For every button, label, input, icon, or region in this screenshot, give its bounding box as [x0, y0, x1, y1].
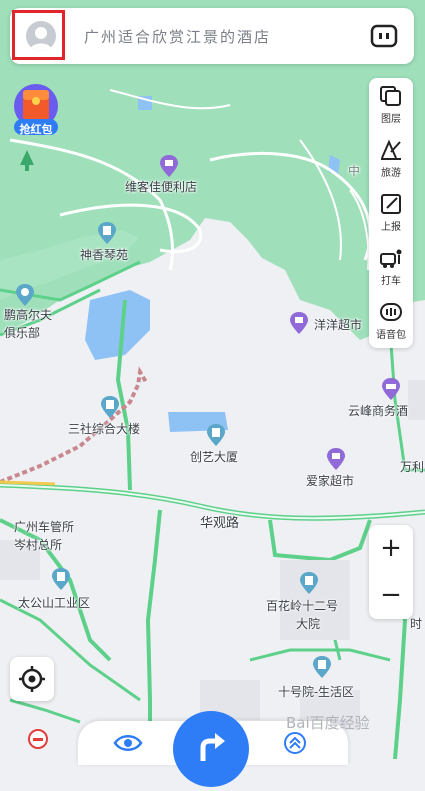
red-packet-button[interactable]: 抢红包 — [10, 82, 62, 138]
taxi-icon — [380, 249, 402, 268]
road-label-huaguan: 华观路 — [200, 516, 240, 531]
scan-icon[interactable] — [370, 24, 398, 48]
map-canvas[interactable] — [0, 0, 425, 759]
navigate-button[interactable] — [173, 711, 249, 787]
label-zhong: 中 — [348, 164, 361, 178]
route-arrow-icon — [200, 733, 225, 761]
label-chegong1: 广州车管所 — [14, 520, 75, 534]
label-baihua1: 百花岭十二号 — [266, 599, 339, 613]
label-wanfang: 万利 — [400, 460, 425, 474]
building-pin-icon — [98, 222, 116, 244]
double-chevron-up-icon[interactable] — [283, 731, 307, 755]
voice-pack-icon — [380, 303, 402, 321]
label-yangyang: 洋洋超市 — [314, 318, 363, 332]
report-icon — [381, 194, 401, 214]
travel-button[interactable]: 旅游 — [369, 132, 413, 186]
label-weike: 维客佳便利店 — [125, 180, 198, 194]
zoom-in-button[interactable]: + — [369, 525, 413, 572]
search-input[interactable]: 广州适合欣赏江景的酒店 — [84, 26, 271, 47]
layers-icon — [380, 86, 401, 106]
layers-button[interactable]: 图层 — [369, 78, 413, 132]
label-shihaoyuan: 十号院-生活区 — [278, 685, 355, 699]
building-pin-icon — [207, 424, 225, 446]
eye-icon[interactable] — [113, 733, 143, 753]
voice-pack-button[interactable]: 语音包 — [369, 294, 413, 348]
building-pin-icon — [300, 572, 318, 594]
store-pin-icon — [290, 312, 308, 334]
locate-button[interactable] — [10, 657, 54, 701]
store-pin-icon — [327, 448, 345, 470]
side-tool-panel: 图层 旅游 上报 打车 语音包 — [369, 78, 413, 348]
label-chegong2: 岑村总所 — [14, 538, 63, 552]
building-pin-icon — [101, 396, 119, 418]
zoom-out-button[interactable]: − — [369, 572, 413, 619]
hotel-pin-icon — [382, 378, 400, 400]
no-entry-icon — [28, 729, 48, 749]
label-chuangyi: 创艺大厦 — [190, 450, 239, 464]
label-penggaoerfu: 鹏高尔夫 — [4, 308, 53, 322]
taxi-button[interactable]: 打车 — [369, 240, 413, 294]
user-icon — [30, 27, 52, 51]
store-pin-icon — [160, 155, 178, 177]
label-baihua2: 大院 — [296, 617, 321, 631]
travel-icon — [381, 139, 401, 160]
locate-icon — [19, 666, 45, 692]
golf-pin-icon — [16, 284, 34, 306]
label-shenxiang: 神香琴苑 — [80, 248, 129, 262]
label-julebu: 俱乐部 — [4, 326, 41, 340]
building-pin-icon — [313, 656, 331, 678]
red-packet-label: 抢红包 — [19, 123, 53, 136]
search-bar[interactable]: 广州适合欣赏江景的酒店 — [10, 8, 414, 64]
avatar — [26, 21, 56, 51]
label-aijia: 爱家超市 — [306, 474, 355, 488]
label-taigongshan: 太公山工业区 — [18, 596, 91, 610]
label-sanshe: 三社综合大楼 — [68, 422, 141, 436]
zoom-controls: + − — [369, 525, 413, 619]
building-pin-icon — [52, 568, 70, 590]
watermark: Bai百度经验 — [286, 714, 370, 732]
report-button[interactable]: 上报 — [369, 186, 413, 240]
label-yunfeng: 云峰商务酒 — [348, 404, 409, 418]
avatar-button[interactable] — [12, 10, 65, 60]
